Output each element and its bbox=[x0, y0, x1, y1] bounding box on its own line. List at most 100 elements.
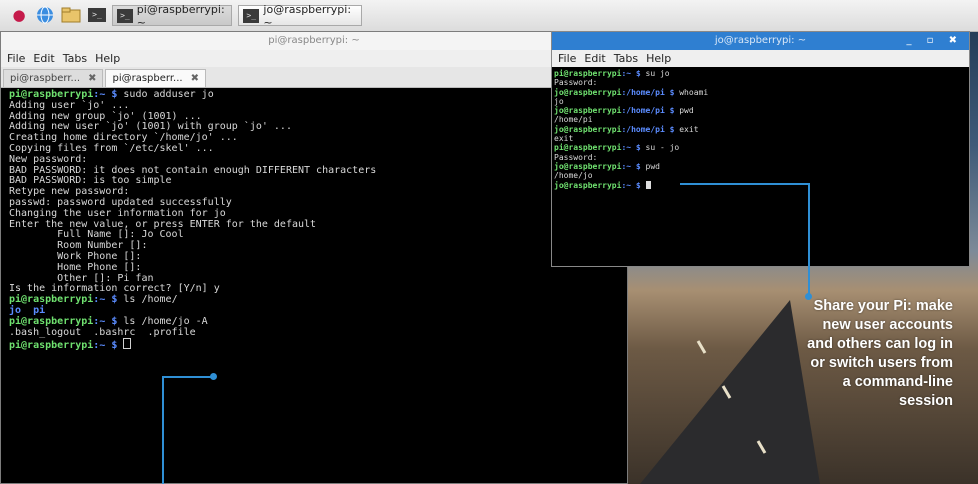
terminal-output[interactable]: pi@raspberrypi:~ $ sudo adduser jo Addin… bbox=[1, 88, 627, 354]
menu-file[interactable]: File bbox=[7, 52, 25, 65]
command: su jo bbox=[640, 69, 670, 78]
output-line: BAD PASSWORD: is too simple bbox=[9, 175, 172, 187]
prompt-path: :~ $ bbox=[621, 69, 641, 78]
prompt-user: pi@raspberrypi bbox=[9, 89, 94, 100]
command-output: .bash_logout .bashrc .profile bbox=[9, 326, 196, 338]
output-line: /home/pi bbox=[554, 115, 593, 125]
menu-bar: File Edit Tabs Help bbox=[1, 50, 627, 67]
taskbar-task-pi[interactable]: >_ pi@raspberrypi: ~ bbox=[112, 2, 232, 29]
tab-terminal-1[interactable]: pi@raspberr... ✖ bbox=[3, 69, 104, 87]
output-line: Retype new password: bbox=[9, 186, 130, 198]
callout-leader-line bbox=[680, 183, 809, 185]
terminal-window-pi: pi@raspberrypi: ~ File Edit Tabs Help pi… bbox=[0, 31, 628, 484]
output-line: Password: bbox=[554, 152, 598, 162]
prompt-path: :/home/pi $ bbox=[621, 124, 675, 134]
prompt-user: jo@raspberrypi bbox=[554, 124, 622, 134]
output-line: passwd: password updated successfully bbox=[9, 196, 232, 208]
output-line: Adding new user `jo' (1001) with group `… bbox=[9, 121, 292, 133]
prompt-user: pi@raspberrypi bbox=[9, 340, 94, 352]
output-line: Other []: Pi fan bbox=[57, 272, 154, 284]
window-title[interactable]: pi@raspberrypi: ~ bbox=[1, 32, 627, 50]
output-line: Enter the new value, or press ENTER for … bbox=[9, 218, 317, 230]
output-line: Adding new group `jo' (1001) ... bbox=[9, 110, 202, 122]
command: su - jo bbox=[640, 143, 680, 153]
output-line: Work Phone []: bbox=[57, 250, 142, 262]
terminal-output[interactable]: pi@raspberrypi:~ $ su jo Password: jo@ra… bbox=[552, 67, 969, 192]
output-line: Changing the user information for jo bbox=[9, 207, 226, 219]
prompt-path: :~ $ bbox=[621, 161, 641, 171]
menu-tabs[interactable]: Tabs bbox=[614, 52, 638, 65]
output-line: exit bbox=[554, 134, 574, 144]
prompt-user: jo@raspberrypi bbox=[554, 106, 622, 116]
tab-label: pi@raspberr... bbox=[112, 73, 183, 84]
window-controls[interactable]: _ ▫ ✖ bbox=[906, 32, 963, 50]
callout-leader-line bbox=[162, 376, 164, 484]
command: exit bbox=[674, 124, 699, 134]
taskbar: ● >_ >_ pi@raspberrypi: ~ >_ jo@raspberr… bbox=[0, 0, 978, 32]
terminal-cursor bbox=[123, 338, 132, 350]
callout-leader-line bbox=[162, 376, 213, 378]
terminal-cursor bbox=[645, 180, 651, 189]
menu-help[interactable]: Help bbox=[646, 52, 671, 65]
task-label: jo@raspberrypi: ~ bbox=[263, 2, 352, 29]
prompt-path: :~ $ bbox=[93, 89, 118, 100]
menu-edit[interactable]: Edit bbox=[584, 52, 605, 65]
task-label: pi@raspberrypi: ~ bbox=[136, 2, 225, 29]
menu-file[interactable]: File bbox=[558, 52, 576, 65]
output-line: BAD PASSWORD: it does not contain enough… bbox=[9, 164, 377, 176]
prompt-user: jo@raspberrypi bbox=[554, 87, 622, 97]
output-line: Home Phone []: bbox=[57, 261, 142, 273]
menu-bar: File Edit Tabs Help bbox=[552, 50, 969, 67]
output-line: New password: bbox=[9, 153, 88, 165]
prompt-user: pi@raspberrypi bbox=[9, 294, 94, 306]
command: ls /home/jo -A bbox=[117, 315, 208, 327]
callout-dot bbox=[210, 373, 217, 380]
prompt-path: :~ $ bbox=[621, 143, 641, 153]
menu-tabs[interactable]: Tabs bbox=[63, 52, 87, 65]
output-line: Password: bbox=[554, 78, 598, 88]
tab-terminal-2[interactable]: pi@raspberr... ✖ bbox=[105, 69, 206, 87]
prompt-path: :~ $ bbox=[93, 315, 118, 327]
output-line: Full Name []: Jo Cool bbox=[57, 229, 184, 241]
command-output: Adding user `jo' ... Adding new group `j… bbox=[9, 100, 376, 295]
terminal-window-jo: jo@raspberrypi: ~ _ ▫ ✖ File Edit Tabs H… bbox=[551, 31, 970, 267]
prompt-path: :~ $ bbox=[93, 294, 118, 306]
prompt-path: :/home/pi $ bbox=[621, 106, 675, 116]
output-line: jo bbox=[554, 96, 564, 106]
raspberry-menu-icon[interactable]: ● bbox=[8, 4, 30, 26]
dir-listing-pi: pi bbox=[21, 304, 46, 316]
annotation-caption: Share your Pi: make new user accounts an… bbox=[807, 298, 953, 409]
callout-leader-line bbox=[808, 183, 810, 297]
prompt-path: :~ $ bbox=[93, 340, 118, 352]
command: ls /home/ bbox=[117, 294, 178, 306]
terminal-icon: >_ bbox=[243, 8, 260, 23]
output-line: Creating home directory `/home/jo' ... bbox=[9, 132, 238, 144]
prompt-user: pi@raspberrypi bbox=[554, 69, 622, 78]
menu-edit[interactable]: Edit bbox=[33, 52, 54, 65]
output-line: /home/jo bbox=[554, 171, 593, 181]
command: pwd bbox=[674, 106, 694, 116]
close-icon[interactable]: ✖ bbox=[191, 73, 199, 84]
road-image bbox=[640, 300, 820, 484]
terminal-launch-icon[interactable]: >_ bbox=[86, 4, 108, 26]
prompt-user: jo@raspberrypi bbox=[554, 161, 622, 171]
terminal-icon: >_ bbox=[117, 8, 133, 23]
output-line: Room Number []: bbox=[57, 240, 148, 252]
command: pwd bbox=[640, 161, 660, 171]
prompt-path: :~ $ bbox=[621, 180, 641, 190]
command: whoami bbox=[674, 87, 709, 97]
prompt-user: pi@raspberrypi bbox=[554, 143, 622, 153]
command: sudo adduser jo bbox=[117, 89, 214, 100]
window-title: jo@raspberrypi: ~ bbox=[714, 35, 807, 46]
tab-bar: pi@raspberr... ✖ pi@raspberr... ✖ bbox=[1, 67, 627, 88]
prompt-user: pi@raspberrypi bbox=[9, 315, 94, 327]
menu-help[interactable]: Help bbox=[95, 52, 120, 65]
window-titlebar[interactable]: jo@raspberrypi: ~ _ ▫ ✖ bbox=[552, 32, 969, 50]
taskbar-task-jo[interactable]: >_ jo@raspberrypi: ~ bbox=[238, 2, 362, 29]
globe-icon[interactable] bbox=[34, 4, 56, 26]
prompt-user: jo@raspberrypi bbox=[554, 180, 622, 190]
close-icon[interactable]: ✖ bbox=[88, 73, 96, 84]
dir-listing-jo: jo bbox=[9, 304, 22, 316]
output-line: Adding user `jo' ... bbox=[9, 99, 130, 111]
folder-icon[interactable] bbox=[60, 4, 82, 26]
